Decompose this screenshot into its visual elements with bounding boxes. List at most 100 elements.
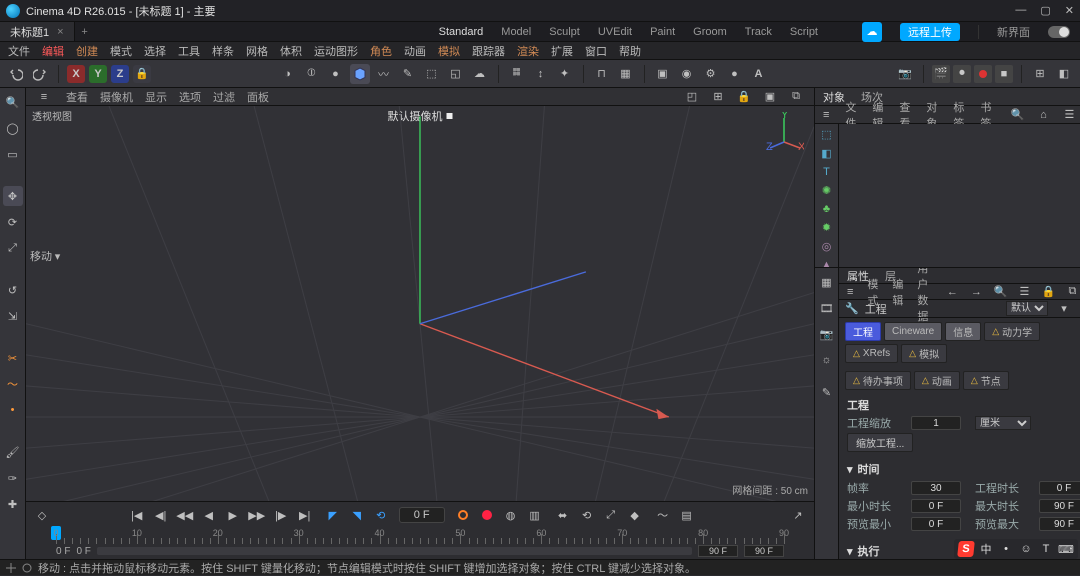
key-pla-icon[interactable]: ◆ [625,505,645,525]
deformer-icon[interactable]: ✹ [817,221,837,234]
menu-10[interactable]: 角色 [370,43,392,59]
layout-script[interactable]: Script [790,26,818,38]
pmax-input[interactable] [1039,517,1080,531]
live-select-icon[interactable]: ◯ [3,118,23,138]
redo-icon[interactable] [30,64,50,84]
sphere-wire-icon[interactable]: ⦶ [302,64,322,84]
min-input[interactable] [911,499,961,513]
range-end2-input[interactable] [744,545,784,557]
attr-cat-动力学[interactable]: △动力学 [984,322,1040,341]
rect-select-icon[interactable]: ▭ [3,144,23,164]
viewmenu-5[interactable]: 面板 [247,89,269,105]
loop-start-icon[interactable]: ◤ [323,505,343,525]
section-caret-icon[interactable]: ▾ [847,545,853,558]
loop-icon[interactable]: ⟲ [371,505,391,525]
attr-cat-XRefs[interactable]: △XRefs [845,344,898,363]
null-icon[interactable]: ⬚ [817,128,837,141]
layout-standard[interactable]: Standard [439,26,484,38]
picker-icon[interactable]: ◧ [1054,64,1074,84]
spline-pen-icon[interactable]: ✑ [3,468,23,488]
menu-8[interactable]: 体积 [280,43,302,59]
attr-title-dd-icon[interactable]: ▾ [1054,299,1074,319]
scale-input[interactable] [911,416,961,430]
key-options-icon[interactable]: ▥ [525,505,545,525]
objmenu-icon-0[interactable]: 🔍 [1007,105,1027,125]
layout-groom[interactable]: Groom [693,26,727,38]
goto-start-icon[interactable]: |◀ [127,505,147,525]
viewmenu-3[interactable]: 选项 [179,89,201,105]
viewport-opt-icon-4[interactable]: ⧉ [786,87,806,107]
layout-model[interactable]: Model [501,26,531,38]
film-icon[interactable]: 🎞 [817,298,837,318]
scale-unit-select[interactable]: 厘米 [975,416,1031,430]
obj-menu-icon[interactable]: ≡ [823,105,829,125]
document-tab-close-icon[interactable]: × [57,26,63,38]
attr-menu-icon[interactable]: ≡ [847,282,853,302]
volume-icon[interactable]: ☁ [470,64,490,84]
menu-13[interactable]: 跟踪器 [472,43,505,59]
axis-y-button[interactable]: Y [89,65,107,83]
viewmenu-1[interactable]: 摄像机 [100,89,133,105]
menu-0[interactable]: 文件 [8,43,30,59]
attr-fwd-icon[interactable]: → [966,282,986,302]
document-tab[interactable]: 未标题1 × [0,22,75,41]
menu-9[interactable]: 运动图形 [314,43,358,59]
key-rot-icon[interactable]: ⟲ [577,505,597,525]
key-scale-icon[interactable]: ⤢ [601,505,621,525]
recent-tool-icon[interactable]: ↺ [3,280,23,300]
brush-line-icon[interactable]: 〜 [3,374,23,394]
key-all-icon[interactable]: ◍ [501,505,521,525]
axis-lock-icon[interactable]: 🔒 [133,65,151,83]
new-document-button[interactable]: + [75,22,95,41]
attr-cat-动画[interactable]: △动画 [914,371,960,390]
field-icon[interactable]: ✦ [555,64,575,84]
render-frame-icon[interactable]: ▣ [653,64,673,84]
move-tool-icon[interactable]: ✥ [3,186,23,206]
loop-end-icon[interactable]: ◥ [347,505,367,525]
dopesheet-icon[interactable]: ▤ [677,505,697,525]
clapperboard-icon[interactable]: 🎬 [932,65,950,83]
autokey-icon[interactable] [453,505,473,525]
viewport-opt-icon-3[interactable]: ▣ [760,87,780,107]
brush-dot-icon[interactable]: • [3,400,23,420]
edit-mode-icon[interactable]: ✎ [817,382,837,402]
close-button[interactable]: ✕ [1065,4,1074,17]
ball-icon[interactable]: ● [326,64,346,84]
ime-icon-0[interactable]: S [957,541,975,557]
layout-uvedit[interactable]: UVEdit [598,26,632,38]
attr-cat-节点[interactable]: △节点 [963,371,1009,390]
extrude-icon[interactable]: ⬚ [422,64,442,84]
current-frame-display[interactable]: 0 F [399,507,445,523]
upload-button[interactable]: 远程上传 [900,23,960,41]
sphere-black-icon[interactable]: ● [725,64,745,84]
record-icon[interactable] [974,65,992,83]
menu-2[interactable]: 创建 [76,43,98,59]
cloner-icon[interactable]: ✺ [817,184,837,197]
fps-input[interactable] [911,481,961,495]
attr-filter-icon[interactable]: ☰ [1014,282,1034,302]
render-settings-icon[interactable]: ⚙ [701,64,721,84]
attr-cat-模拟[interactable]: △模拟 [901,344,947,363]
play-back-icon[interactable]: ◀ [199,505,219,525]
timeline-home-icon[interactable]: ◇ [32,505,52,525]
magnet-icon[interactable]: ⊓ [592,64,612,84]
ime-icon-3[interactable]: ☺ [1018,541,1034,557]
camera-icon[interactable]: 📷 [895,64,915,84]
object-tree[interactable] [839,124,1080,267]
heal-icon[interactable]: ✚ [3,494,23,514]
objmenu-icon-2[interactable]: ☰ [1059,105,1079,125]
next-frame-icon[interactable]: ▶▶ [247,505,267,525]
section-caret-icon[interactable]: ▾ [847,463,853,476]
attr-cat-Cineware[interactable]: Cineware [884,322,942,341]
timeline-expand-icon[interactable]: ↗ [788,505,808,525]
attr-cam-icon[interactable]: 📷 [817,324,837,344]
cube-icon[interactable]: ◧ [817,147,837,160]
timeline-ruler[interactable]: 0102030405060708090 [56,528,784,544]
menu-11[interactable]: 动画 [404,43,426,59]
search-icon[interactable]: 🔍 [3,92,23,112]
ime-icon-1[interactable]: 中 [978,541,994,557]
prev-frame-icon[interactable]: ◀◀ [175,505,195,525]
viewport-menu-icon[interactable]: ≡ [34,87,54,107]
ime-icon-5[interactable]: ⌨ [1058,541,1074,557]
menu-14[interactable]: 渲染 [517,43,539,59]
